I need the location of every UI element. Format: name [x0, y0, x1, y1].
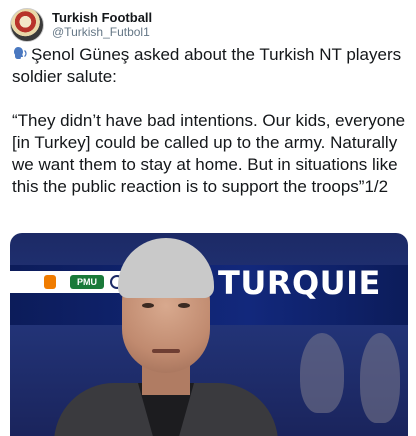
- tweet-quote: “They didn’t have bad intentions. Our ki…: [12, 111, 406, 196]
- background-person: [360, 333, 400, 423]
- coach-mouth: [152, 349, 180, 353]
- sponsor-logo-orange: [44, 275, 56, 289]
- tweet-line-intro: Şenol Güneş asked about the Turkish NT p…: [12, 44, 408, 88]
- coach-hair: [118, 238, 214, 298]
- display-name[interactable]: Turkish Football: [52, 10, 152, 25]
- tweet-text: Şenol Güneş asked about the Turkish NT p…: [12, 44, 408, 198]
- coach-eye-right: [178, 303, 190, 308]
- tweet-media-photo[interactable]: PMU TURQUIE: [10, 233, 408, 436]
- tweet-header: Turkish Football @Turkish_Futbol1: [10, 6, 152, 44]
- sponsor-logo-pmu: PMU: [70, 275, 104, 289]
- avatar[interactable]: [10, 8, 44, 42]
- author-names: Turkish Football @Turkish_Futbol1: [52, 10, 152, 40]
- tweet[interactable]: Turkish Football @Turkish_Futbol1 Şenol …: [0, 0, 416, 436]
- speaking-head-icon: [14, 47, 27, 59]
- sponsor-logo-pmu-text: PMU: [77, 277, 97, 287]
- user-handle[interactable]: @Turkish_Futbol1: [52, 25, 152, 40]
- tweet-intro-text: Şenol Güneş asked about the Turkish NT p…: [12, 45, 402, 86]
- banner-text: TURQUIE: [218, 264, 381, 302]
- coach-eye-left: [142, 303, 154, 308]
- background-person: [300, 333, 344, 413]
